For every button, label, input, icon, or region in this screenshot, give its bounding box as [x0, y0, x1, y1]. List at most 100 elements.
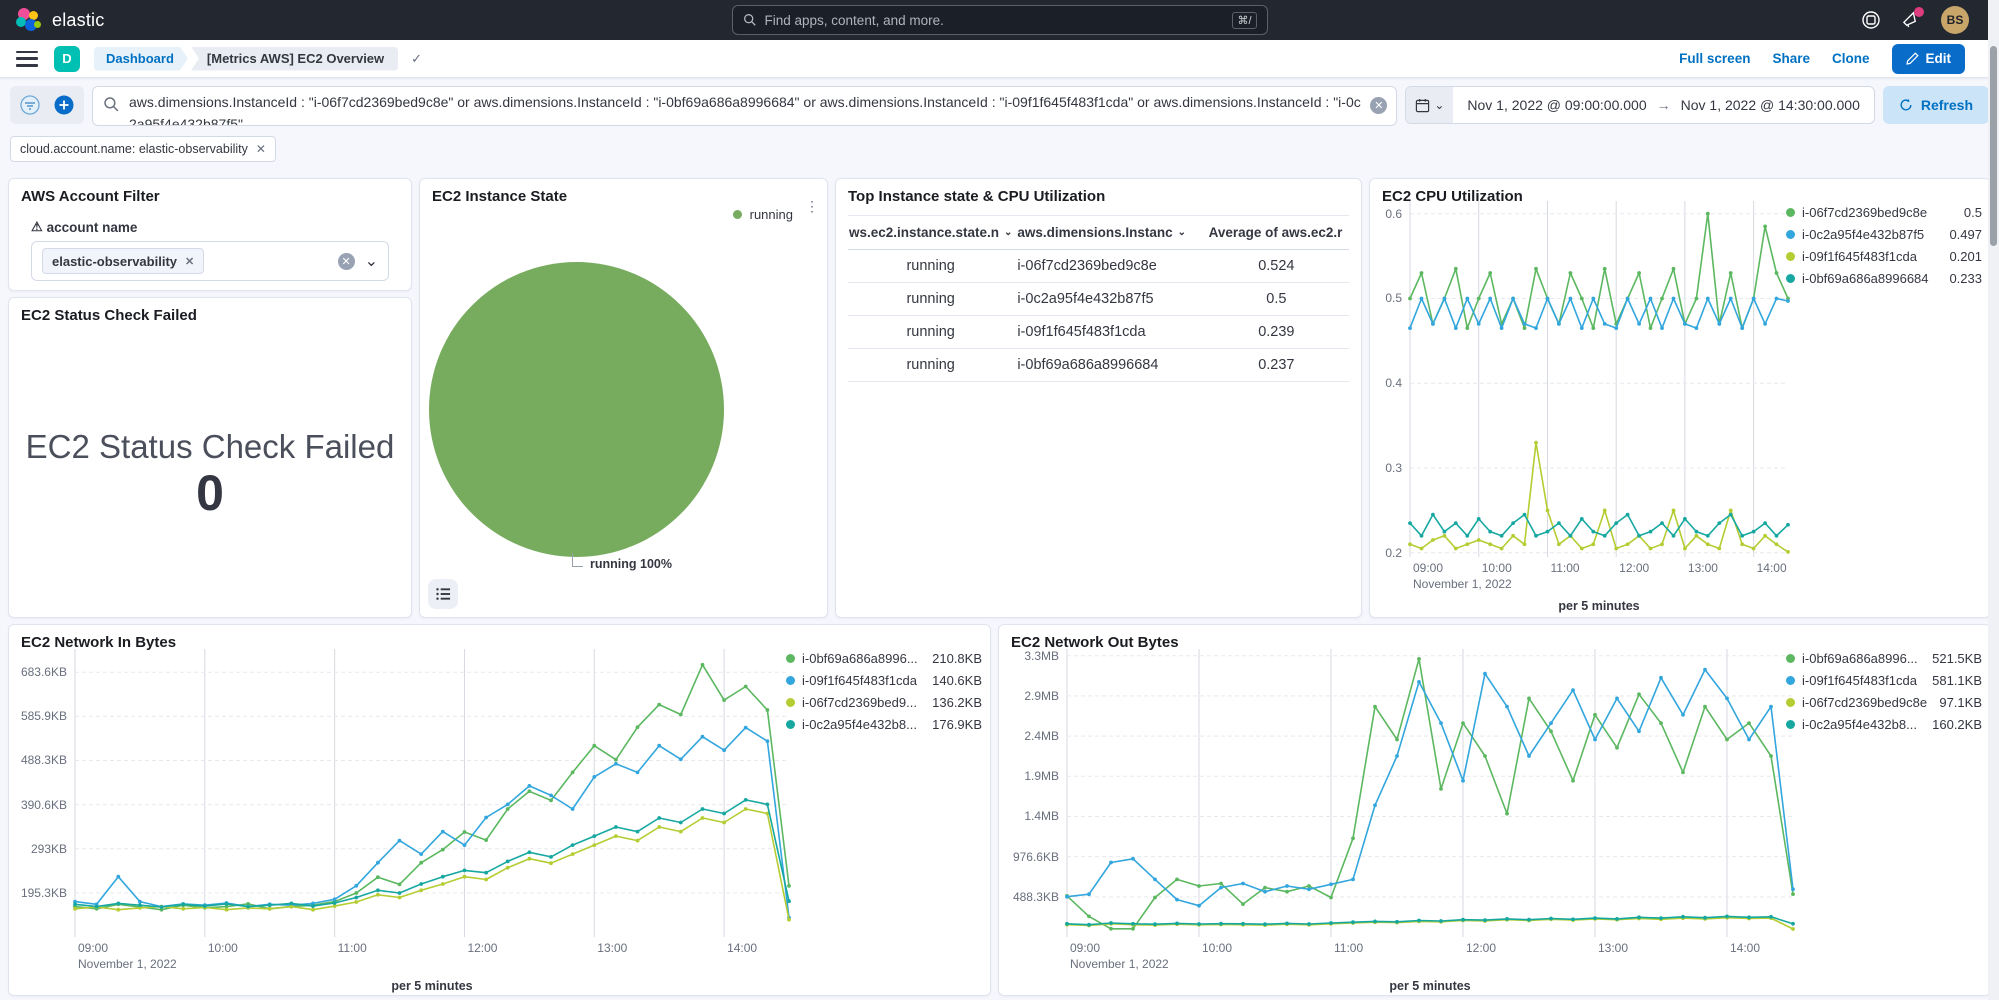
net_out-legend-item[interactable]: i-0c2a95f4e432b8...160.2KB: [1786, 717, 1982, 732]
clear-selection-icon[interactable]: ✕: [338, 253, 355, 270]
table-row[interactable]: runningi-06f7cd2369bed9c8e0.524: [848, 250, 1349, 283]
saved-check-icon[interactable]: ✓: [411, 51, 422, 67]
pie-legend-item-running[interactable]: running: [733, 207, 793, 222]
date-start[interactable]: Nov 1, 2022 @ 09:00:00.000: [1467, 97, 1646, 113]
account-name-combobox[interactable]: elastic-observability ✕ ✕ ⌄: [31, 241, 389, 281]
legend-label: i-06f7cd2369bed9...: [802, 695, 925, 710]
net_out-y-tick-label: 976.6KB: [1007, 850, 1059, 864]
panel-ec2-status-check-failed: EC2 Status Check Failed EC2 Status Check…: [8, 297, 412, 618]
cpu-x-tick-label: 12:00: [1619, 561, 1649, 575]
cpu-y-tick-label: 0.5: [1380, 291, 1402, 305]
network-out-chart[interactable]: 09:0010:0011:0012:0013:0014:003.3MB2.9MB…: [1007, 649, 1793, 995]
panel-options-icon[interactable]: ⋮: [805, 203, 817, 209]
remove-account-icon[interactable]: ✕: [185, 255, 194, 268]
legend-label: i-09f1f645f483f1cda: [802, 673, 925, 688]
legend-dot: [786, 654, 795, 663]
table-row[interactable]: runningi-09f1f645f483f1cda0.239: [848, 316, 1349, 349]
net_in-legend-item[interactable]: i-0bf69a686a8996...210.8KB: [786, 651, 982, 666]
legend-dot: [786, 698, 795, 707]
chevron-down-icon[interactable]: ⌄: [365, 251, 378, 271]
legend-dot: [1786, 698, 1795, 707]
legend-dot: [1786, 720, 1795, 729]
cpu-x-tick-label: 11:00: [1550, 561, 1579, 575]
net_out-x-tick-label: 12:00: [1466, 941, 1496, 955]
page-scrollbar[interactable]: [1988, 0, 1999, 1000]
column-header-average[interactable]: ↓ Average of aws.ec2.r⌄: [1204, 216, 1349, 249]
add-filter-icon[interactable]: [50, 91, 78, 119]
network-in-chart-legend: i-0bf69a686a8996...210.8KB i-09f1f645f483…: [786, 651, 982, 732]
net_out-y-tick-label: 2.4MB: [1007, 729, 1059, 743]
cell-average-value: 0.5: [1204, 283, 1349, 315]
cpu-legend-item[interactable]: i-0bf69a686a89966840.233: [1786, 271, 1982, 286]
net_in-x-tick-label: 12:00: [467, 941, 497, 955]
legend-value: 136.2KB: [932, 695, 982, 710]
avatar[interactable]: BS: [1941, 6, 1969, 34]
selected-account-pill[interactable]: elastic-observability ✕: [42, 248, 204, 274]
cpu-plot-area[interactable]: [1410, 201, 1788, 557]
net_out-legend-item[interactable]: i-06f7cd2369bed9c8e97.1KB: [1786, 695, 1982, 710]
panel-title: EC2 Network Out Bytes: [999, 625, 1990, 651]
saved-query-icon[interactable]: [16, 91, 44, 119]
callout-text: running 100%: [590, 557, 672, 571]
menu-icon[interactable]: [16, 51, 38, 67]
net_out-legend-item[interactable]: i-09f1f645f483f1cda581.1KB: [1786, 673, 1982, 688]
legend-value: 160.2KB: [1932, 717, 1982, 732]
column-header-instance-id[interactable]: aws.dimensions.Instanc⌄: [1013, 216, 1203, 249]
breadcrumb-current-page[interactable]: [Metrics AWS] EC2 Overview: [191, 47, 398, 71]
net_out-plot-area[interactable]: [1067, 649, 1793, 937]
date-picker[interactable]: ⌄ Nov 1, 2022 @ 09:00:00.000 → Nov 1, 20…: [1405, 86, 1875, 124]
table-row[interactable]: runningi-0bf69a686a89966840.237: [848, 349, 1349, 382]
date-end[interactable]: Nov 1, 2022 @ 14:30:00.000: [1681, 97, 1860, 113]
cpu-utilization-chart[interactable]: 09:0010:0011:0012:0013:0014:000.60.50.40…: [1380, 201, 1788, 615]
legend-dot: [1786, 274, 1795, 283]
legend-label: i-06f7cd2369bed9c8e: [1802, 205, 1957, 220]
edit-button[interactable]: Edit: [1892, 44, 1966, 74]
network-out-chart-legend: i-0bf69a686a8996...521.5KB i-09f1f645f483…: [1786, 651, 1982, 732]
pie-slice-running[interactable]: [429, 262, 724, 557]
cpu-x-tick-label: 14:00: [1757, 561, 1787, 575]
cell-instance-state: running: [848, 250, 1013, 282]
query-input[interactable]: aws.dimensions.InstanceId : "i-06f7cd236…: [92, 86, 1397, 126]
calendar-icon[interactable]: ⌄: [1406, 87, 1453, 123]
net_in-plot-area[interactable]: [75, 649, 789, 937]
filter-pill-cloud-account[interactable]: cloud.account.name: elastic-observabilit…: [10, 136, 276, 162]
net_out-legend-item[interactable]: i-0bf69a686a8996...521.5KB: [1786, 651, 1982, 666]
net_in-legend-item[interactable]: i-09f1f645f483f1cda140.6KB: [786, 673, 982, 688]
net_in-legend-item[interactable]: i-0c2a95f4e432b8...176.9KB: [786, 717, 982, 732]
refresh-button[interactable]: Refresh: [1883, 86, 1989, 124]
cell-average-value: 0.239: [1204, 316, 1349, 348]
global-search-input[interactable]: Find apps, content, and more. ⌘/: [732, 5, 1268, 35]
clone-link[interactable]: Clone: [1832, 51, 1870, 66]
cell-instance-state: running: [848, 316, 1013, 348]
cpu-chart-legend: i-06f7cd2369bed9c8e0.5 i-0c2a95f4e432b87f…: [1786, 205, 1982, 286]
panel-ec2-network-out-bytes: EC2 Network Out Bytes 09:0010:0011:0012:…: [998, 624, 1991, 996]
table-row[interactable]: runningi-0c2a95f4e432b87f50.5: [848, 283, 1349, 316]
remove-filter-icon[interactable]: ✕: [256, 142, 266, 156]
net_out-y-tick-label: 3.3MB: [1007, 649, 1059, 663]
column-header-instance-state[interactable]: ws.ec2.instance.state.n⌄: [848, 216, 1013, 249]
deployment-icon[interactable]: [1861, 10, 1881, 30]
cpu-legend-item[interactable]: i-09f1f645f483f1cda0.201: [1786, 249, 1982, 264]
legend-dot: [1786, 654, 1795, 663]
full-screen-link[interactable]: Full screen: [1679, 51, 1750, 66]
query-clear-icon[interactable]: ✕: [1370, 97, 1387, 114]
cpu-legend-item[interactable]: i-0c2a95f4e432b87f50.497: [1786, 227, 1982, 242]
breadcrumb-dashboard[interactable]: Dashboard: [94, 47, 188, 71]
net_in-legend-item[interactable]: i-06f7cd2369bed9... 136.2KB: [786, 695, 982, 710]
net_in-y-tick-label: 488.3KB: [17, 753, 67, 767]
net_in-y-tick-label: 195.3KB: [17, 886, 67, 900]
cpu-legend-item[interactable]: i-06f7cd2369bed9c8e0.5: [1786, 205, 1982, 220]
legend-toggle-icon[interactable]: [428, 579, 458, 609]
elastic-logo[interactable]: elastic: [16, 7, 104, 33]
panel-title: EC2 Instance State: [420, 179, 827, 205]
share-link[interactable]: Share: [1772, 51, 1810, 66]
legend-value: 176.9KB: [932, 717, 982, 732]
space-badge[interactable]: D: [54, 46, 80, 72]
breadcrumb: Dashboard [Metrics AWS] EC2 Overview ✓: [94, 47, 422, 71]
scrollbar-thumb[interactable]: [1990, 46, 1997, 246]
newsfeed-icon[interactable]: [1901, 10, 1921, 30]
network-in-chart[interactable]: 09:0010:0011:0012:0013:0014:00683.6KB585…: [17, 649, 789, 995]
legend-dot: [1786, 676, 1795, 685]
legend-label: i-0bf69a686a8996684: [1802, 271, 1942, 286]
logo-text: elastic: [52, 10, 104, 31]
